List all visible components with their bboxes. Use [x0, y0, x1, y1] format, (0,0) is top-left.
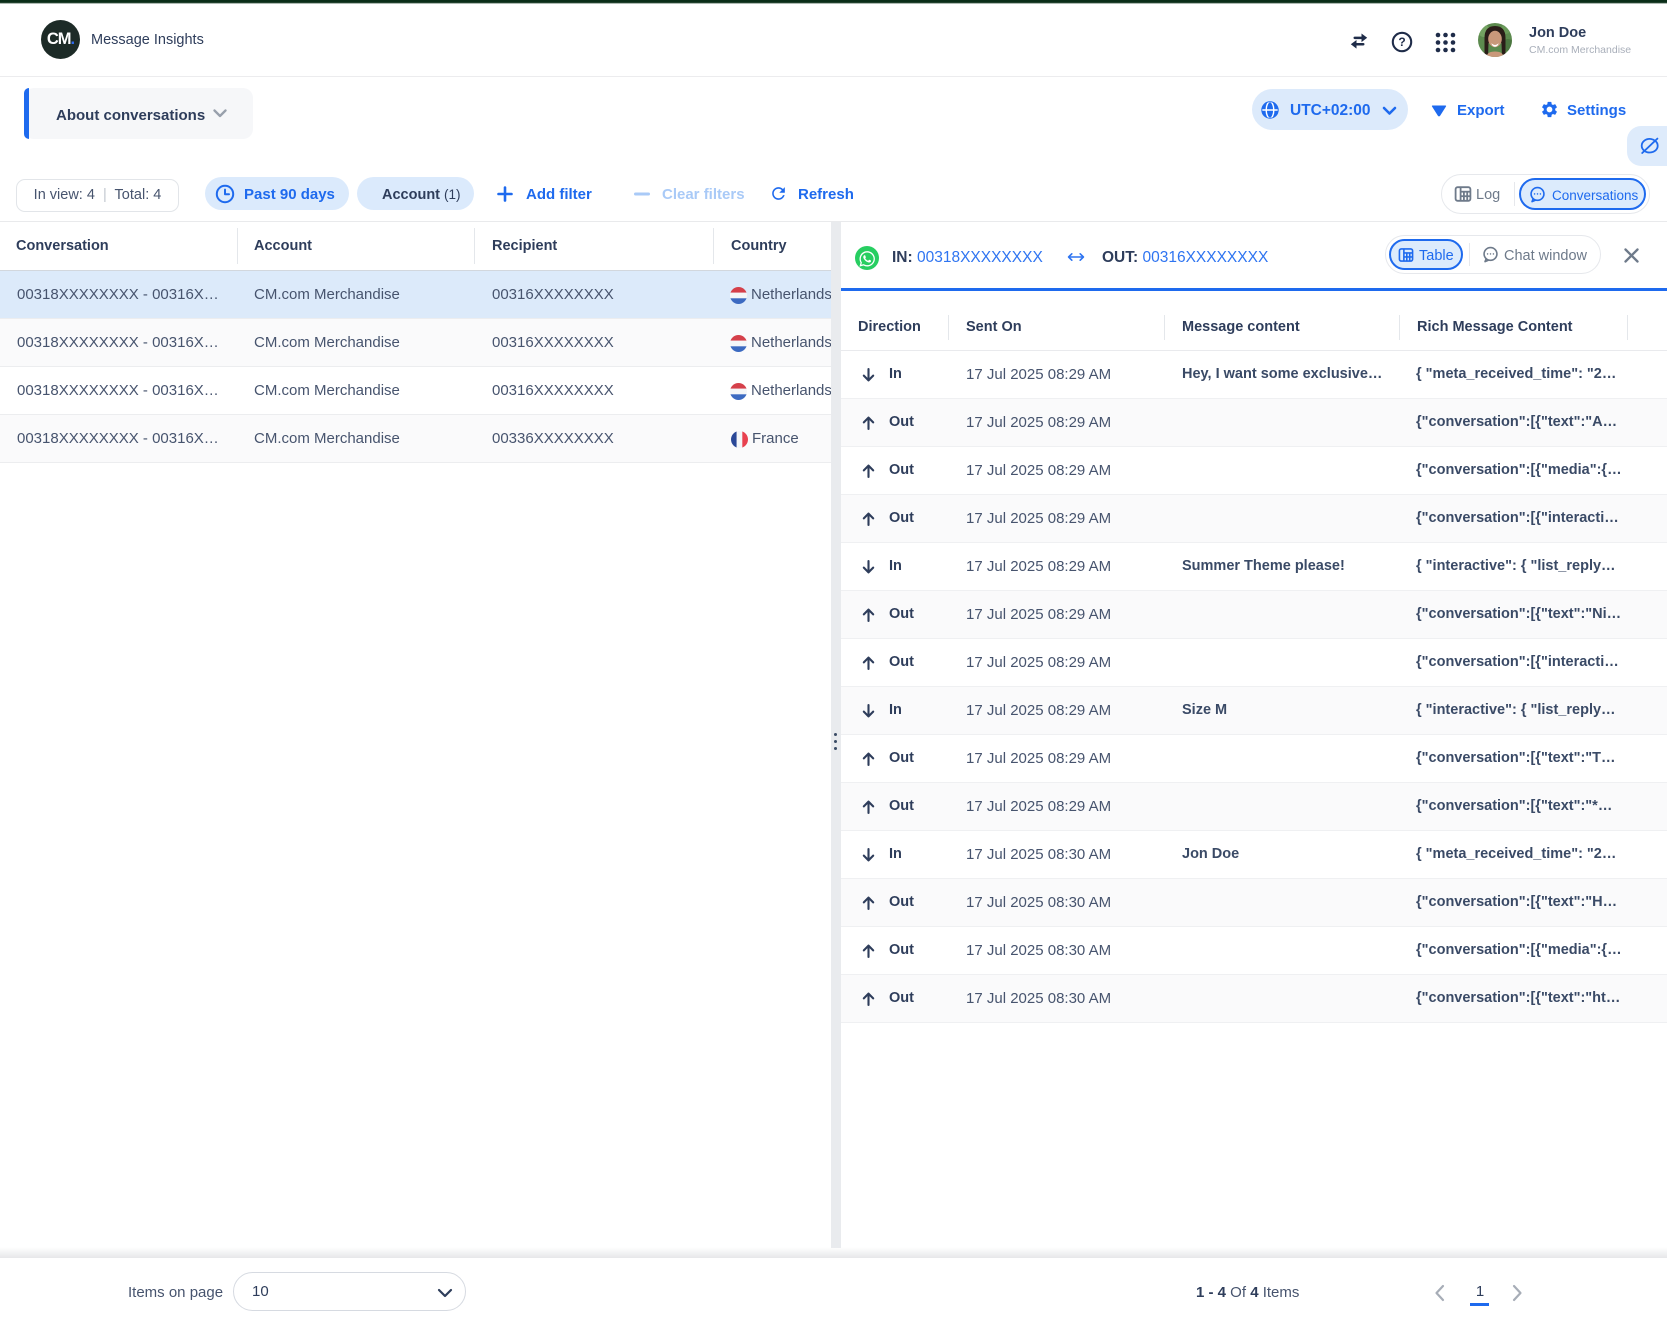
svg-text:?: ? — [1398, 35, 1405, 49]
